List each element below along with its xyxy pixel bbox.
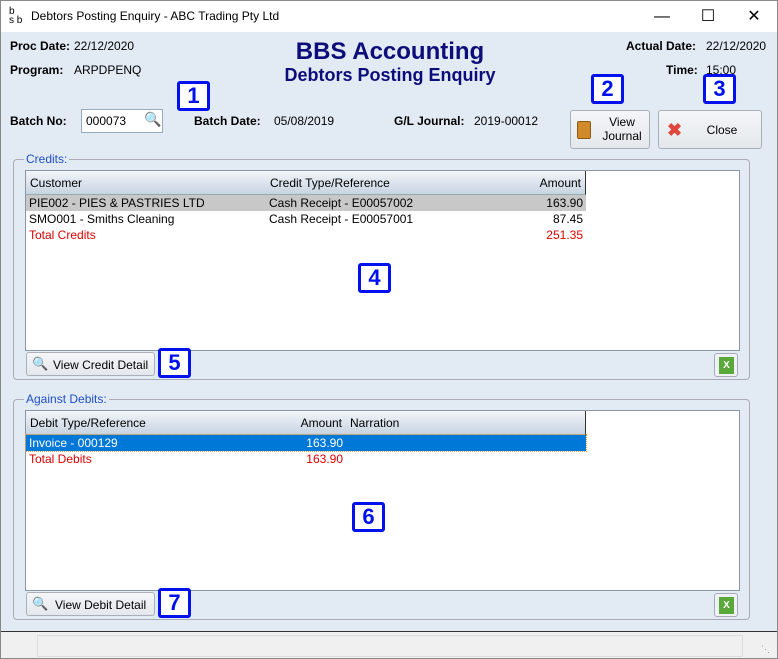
excel-icon: X (719, 357, 734, 374)
cell-customer: PIE002 - PIES & PASTRIES LTD (29, 196, 205, 210)
close-label: Close (706, 123, 738, 137)
debits-grid[interactable]: Debit Type/Reference Amount Narration In… (25, 410, 740, 591)
column-debit-type[interactable]: Debit Type/Reference (26, 411, 267, 435)
view-debit-detail-label: View Debit Detail (55, 598, 147, 612)
minimize-button[interactable]: — (639, 1, 685, 32)
window: bs b Debtors Posting Enquiry - ABC Tradi… (0, 0, 778, 659)
cell-credit-type: Cash Receipt - E00057002 (269, 196, 414, 210)
batch-date-label: Batch Date: (194, 114, 261, 128)
time-label: Time: (666, 63, 698, 77)
batch-no-value: 000073 (86, 114, 127, 128)
view-journal-label: View Journal (602, 115, 642, 143)
close-window-button[interactable]: ✕ (731, 1, 777, 32)
status-panel (37, 635, 743, 657)
close-button[interactable]: ✖ Close (658, 110, 762, 149)
table-row[interactable]: SMO001 - Smiths Cleaning Cash Receipt - … (26, 211, 586, 227)
batch-no-label: Batch No: (10, 114, 67, 128)
title-bar: bs b Debtors Posting Enquiry - ABC Tradi… (1, 1, 777, 32)
resize-grip-icon[interactable]: ⋱ (761, 644, 770, 655)
export-credits-excel-button[interactable]: X (714, 353, 738, 377)
cell-customer: SMO001 - Smiths Cleaning (29, 212, 175, 226)
credits-legend: Credits: (24, 152, 70, 166)
magnifier-icon: 🔍 (32, 596, 49, 611)
maximize-button[interactable]: ☐ (685, 1, 731, 32)
view-debit-detail-button[interactable]: 🔍 View Debit Detail (26, 592, 155, 616)
badge-6: 6 (352, 502, 385, 532)
search-icon[interactable]: 🔍 (144, 111, 161, 128)
batch-date: 05/08/2019 (274, 114, 335, 128)
badge-4: 4 (358, 263, 391, 293)
status-bar: ⋱ (1, 631, 777, 658)
gl-journal: 2019-00012 (474, 114, 539, 128)
app-logo-icon: bs b (9, 6, 23, 26)
total-credits-label: Total Credits (29, 228, 96, 242)
column-amount[interactable]: Amount (266, 411, 347, 435)
view-credit-detail-label: View Credit Detail (53, 358, 149, 372)
view-credit-detail-button[interactable]: 🔍 View Credit Detail (26, 352, 155, 376)
window-title: Debtors Posting Enquiry - ABC Trading Pt… (31, 9, 280, 23)
column-credit-type[interactable]: Credit Type/Reference (266, 171, 507, 195)
table-row[interactable]: Invoice - 000129 163.90 (25, 434, 587, 452)
cell-amount: 87.45 (552, 212, 583, 226)
badge-7: 7 (158, 588, 191, 618)
total-credits: 251.35 (546, 228, 583, 242)
cell-debit-type: Invoice - 000129 (29, 436, 118, 450)
journal-book-icon (577, 121, 591, 139)
total-debits: 163.90 (306, 452, 343, 466)
screen-title: Debtors Posting Enquiry (284, 65, 496, 85)
debits-legend: Against Debits: (24, 392, 109, 406)
total-row: Total Debits 163.90 (26, 451, 586, 467)
column-amount[interactable]: Amount (506, 171, 586, 195)
badge-3: 3 (703, 74, 736, 104)
total-debits-label: Total Debits (29, 452, 92, 466)
table-row[interactable]: PIE002 - PIES & PASTRIES LTD Cash Receip… (26, 195, 586, 211)
actual-date-label: Actual Date: (626, 39, 697, 53)
excel-icon: X (719, 597, 734, 614)
cell-amount: 163.90 (306, 436, 343, 450)
badge-1: 1 (177, 81, 210, 111)
badge-5: 5 (158, 348, 191, 378)
actual-date: 22/12/2020 (706, 39, 767, 53)
view-journal-button[interactable]: View Journal (570, 110, 650, 149)
magnifier-icon: 🔍 (32, 356, 49, 371)
column-narration[interactable]: Narration (346, 411, 586, 435)
column-customer[interactable]: Customer (26, 171, 267, 195)
gl-journal-label: G/L Journal: (394, 114, 465, 128)
export-debits-excel-button[interactable]: X (714, 593, 738, 617)
credits-grid[interactable]: Customer Credit Type/Reference Amount PI… (25, 170, 740, 351)
cell-credit-type: Cash Receipt - E00057001 (269, 212, 414, 226)
badge-2: 2 (591, 74, 624, 104)
batch-no-input[interactable]: 000073 🔍 (81, 109, 163, 133)
cell-amount: 163.90 (546, 196, 583, 210)
close-x-icon: ✖ (667, 120, 683, 140)
total-row: Total Credits 251.35 (26, 227, 586, 243)
